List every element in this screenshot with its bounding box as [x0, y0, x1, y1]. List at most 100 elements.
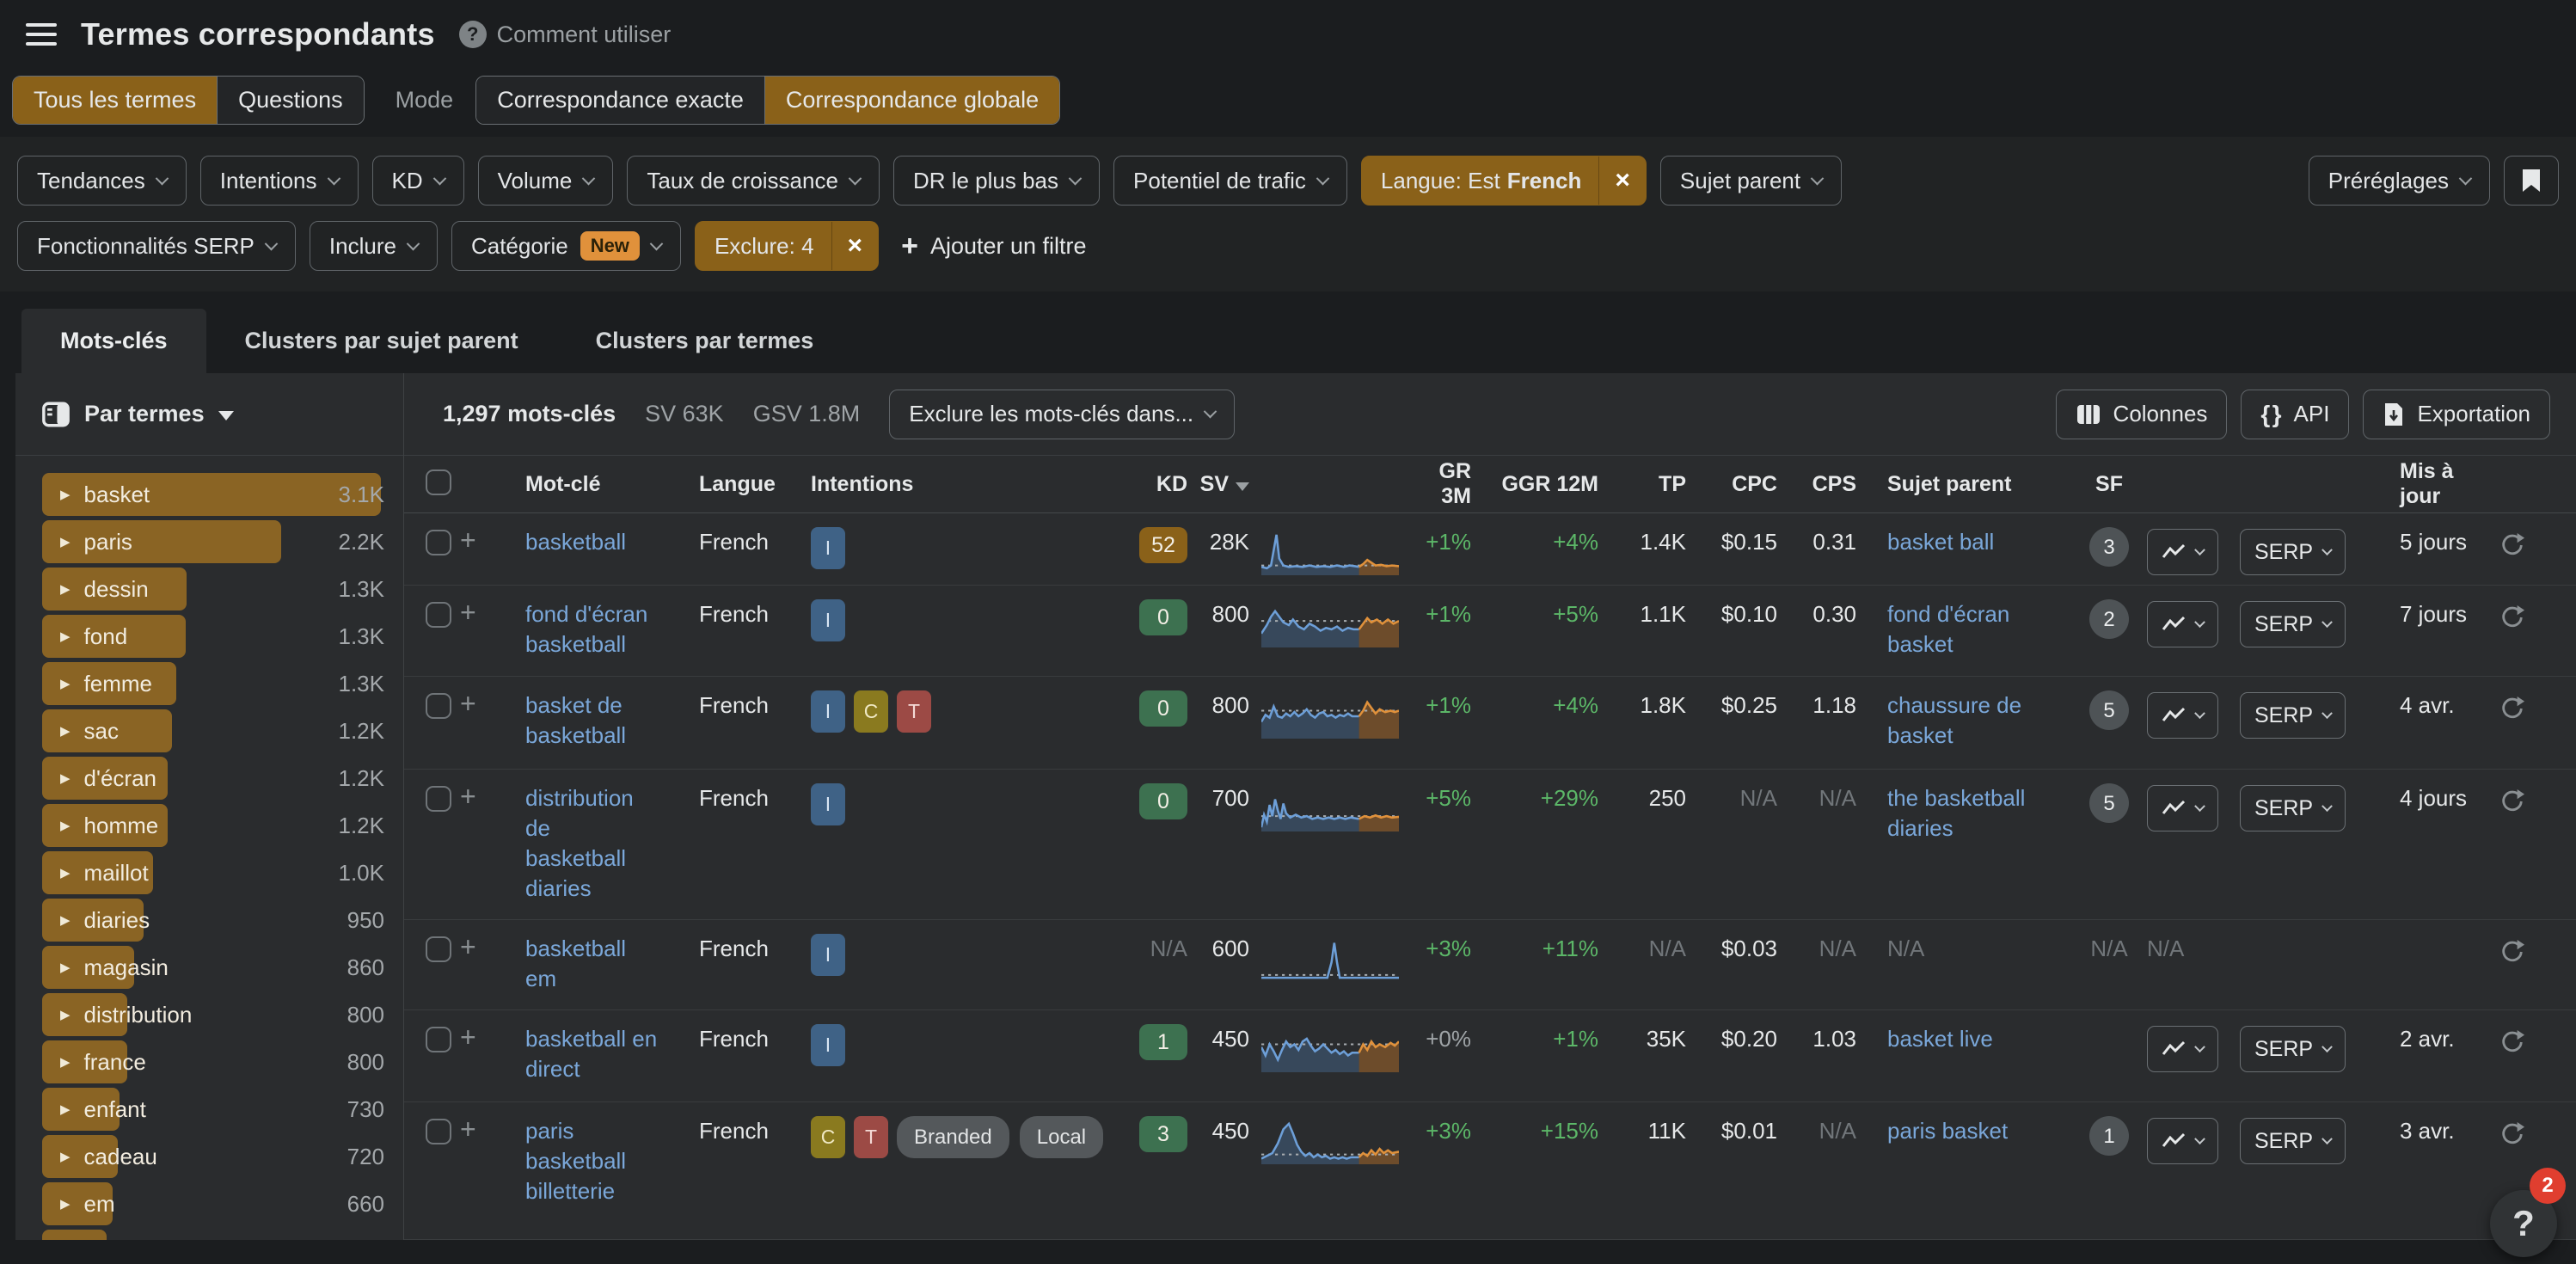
parent-topic-link[interactable]: basket ball — [1887, 527, 1994, 557]
columns-button[interactable]: Colonnes — [2056, 390, 2228, 439]
tab-exact-match[interactable]: Correspondance exacte — [476, 77, 764, 124]
parent-topic-link[interactable]: chaussure de basket — [1887, 690, 2021, 751]
keyword-link[interactable]: basketball — [525, 527, 626, 557]
position-history-button[interactable] — [2147, 785, 2218, 831]
parent-topic-link[interactable]: fond d'écran basket — [1887, 599, 2009, 660]
add-to-list-button[interactable]: + — [460, 1102, 501, 1146]
exclude-keywords-dropdown[interactable]: Exclure les mots-clés dans... — [889, 390, 1235, 439]
col-ggr12m[interactable]: GGR 12M — [1471, 472, 1598, 497]
serp-dropdown-button[interactable]: SERP — [2240, 1118, 2346, 1164]
filter-chip-cat-gorie[interactable]: CatégorieNew — [451, 221, 681, 271]
add-to-list-button[interactable]: + — [460, 920, 501, 964]
add-to-list-button[interactable]: + — [460, 1010, 501, 1054]
row-checkbox[interactable] — [426, 920, 460, 970]
tab-keywords[interactable]: Mots-clés — [21, 309, 206, 373]
api-button[interactable]: { } API — [2241, 390, 2349, 439]
serp-dropdown-button[interactable]: SERP — [2240, 692, 2346, 739]
filter-chip-tendances[interactable]: Tendances — [17, 156, 187, 206]
tab-clusters-parent-topic[interactable]: Clusters par sujet parent — [206, 309, 557, 373]
keyword-link[interactable]: basketball em — [525, 934, 626, 994]
row-checkbox[interactable] — [426, 513, 460, 563]
save-filters-button[interactable] — [2504, 156, 2559, 206]
col-gr3m[interactable]: GR 3M — [1404, 459, 1471, 509]
col-sf[interactable]: SF — [2071, 472, 2147, 497]
sidebar-term-paris[interactable]: ▶paris2.2K — [42, 520, 403, 563]
sidebar-term-basket[interactable]: ▶basket3.1K — [42, 473, 403, 516]
tab-questions[interactable]: Questions — [217, 77, 364, 124]
sidebar-term-em[interactable]: ▶em660 — [42, 1182, 403, 1225]
position-history-button[interactable] — [2147, 529, 2218, 575]
filter-chip-dr-le-plus-bas[interactable]: DR le plus bas — [893, 156, 1100, 206]
sidebar-term-d-cran[interactable]: ▶d'écran1.2K — [42, 757, 403, 800]
sidebar-toolbar[interactable]: Par termes — [15, 373, 403, 456]
row-checkbox[interactable] — [426, 586, 460, 635]
sidebar-term-magasin[interactable]: ▶magasin860 — [42, 946, 403, 989]
sidebar-term-france[interactable]: ▶france800 — [42, 1040, 403, 1083]
keyword-link[interactable]: distribution de basketball diaries — [525, 783, 634, 904]
keyword-link[interactable]: basket de basketball — [525, 690, 626, 751]
filter-chip-inclure[interactable]: Inclure — [310, 221, 438, 271]
serp-dropdown-button[interactable]: SERP — [2240, 601, 2346, 647]
add-to-list-button[interactable]: + — [460, 513, 501, 557]
col-cpc[interactable]: CPC — [1686, 472, 1777, 497]
refresh-button[interactable] — [2499, 532, 2525, 566]
sidebar-term-enfant[interactable]: ▶enfant730 — [42, 1088, 403, 1131]
refresh-button[interactable] — [2499, 1121, 2525, 1155]
remove-filter-button[interactable]: × — [1598, 156, 1646, 205]
filter-chip-potentiel-de-trafic[interactable]: Potentiel de trafic — [1113, 156, 1347, 206]
how-to-use-link[interactable]: ? Comment utiliser — [459, 21, 672, 48]
sidebar-term-femme[interactable]: ▶femme1.3K — [42, 662, 403, 705]
keyword-link[interactable]: paris basketball billetterie — [525, 1116, 626, 1206]
sidebar-term-sac[interactable]: ▶sac1.2K — [42, 709, 403, 752]
sidebar-term-partial[interactable] — [42, 1230, 403, 1240]
add-to-list-button[interactable]: + — [460, 586, 501, 629]
sidebar-term-homme[interactable]: ▶homme1.2K — [42, 804, 403, 847]
parent-topic-link[interactable]: paris basket — [1887, 1116, 2008, 1146]
filter-chip-sujet-parent[interactable]: Sujet parent — [1660, 156, 1842, 206]
refresh-button[interactable] — [2499, 939, 2525, 973]
filter-chip-exclure-4[interactable]: Exclure: 4× — [695, 221, 879, 271]
refresh-button[interactable] — [2499, 1029, 2525, 1063]
filter-chip-langue-est[interactable]: Langue: EstFrench× — [1361, 156, 1647, 206]
refresh-button[interactable] — [2499, 696, 2525, 729]
col-sv[interactable]: SV — [1187, 472, 1249, 497]
tab-broad-match[interactable]: Correspondance globale — [764, 77, 1059, 124]
export-button[interactable]: Exportation — [2363, 390, 2550, 439]
row-checkbox[interactable] — [426, 1102, 460, 1152]
sidebar-term-dessin[interactable]: ▶dessin1.3K — [42, 568, 403, 611]
parent-topic-link[interactable]: basket live — [1887, 1024, 1993, 1054]
position-history-button[interactable] — [2147, 1026, 2218, 1072]
tab-all-terms[interactable]: Tous les termes — [13, 77, 217, 124]
select-all-checkbox[interactable] — [426, 467, 460, 501]
position-history-button[interactable] — [2147, 692, 2218, 739]
filter-chip-volume[interactable]: Volume — [478, 156, 614, 206]
sidebar-term-cadeau[interactable]: ▶cadeau720 — [42, 1135, 403, 1178]
col-kd[interactable]: KD — [1119, 472, 1187, 497]
remove-filter-button[interactable]: × — [831, 222, 879, 270]
add-to-list-button[interactable]: + — [460, 770, 501, 813]
row-checkbox[interactable] — [426, 1010, 460, 1060]
col-tp[interactable]: TP — [1598, 472, 1686, 497]
filter-chip-kd[interactable]: KD — [372, 156, 464, 206]
col-parent-topic[interactable]: Sujet parent — [1856, 472, 2071, 497]
add-filter-button[interactable]: + Ajouter un filtre — [901, 230, 1086, 263]
position-history-button[interactable] — [2147, 1118, 2218, 1164]
serp-dropdown-button[interactable]: SERP — [2240, 1026, 2346, 1072]
filter-chip-taux-de-croissance[interactable]: Taux de croissance — [627, 156, 880, 206]
row-checkbox[interactable] — [426, 770, 460, 819]
col-cps[interactable]: CPS — [1777, 472, 1856, 497]
parent-topic-link[interactable]: the basketball diaries — [1887, 783, 2025, 844]
tab-clusters-terms[interactable]: Clusters par termes — [557, 309, 853, 373]
serp-dropdown-button[interactable]: SERP — [2240, 785, 2346, 831]
sidebar-term-maillot[interactable]: ▶maillot1.0K — [42, 851, 403, 894]
keyword-link[interactable]: fond d'écran basketball — [525, 599, 647, 660]
refresh-button[interactable] — [2499, 604, 2525, 638]
col-language[interactable]: Langue — [665, 472, 775, 497]
col-keyword[interactable]: Mot-clé — [501, 472, 665, 497]
row-checkbox[interactable] — [426, 677, 460, 727]
sidebar-term-diaries[interactable]: ▶diaries950 — [42, 899, 403, 942]
filter-chip-fonctionnalit-s-serp[interactable]: Fonctionnalités SERP — [17, 221, 296, 271]
col-intents[interactable]: Intentions — [775, 472, 1119, 497]
filter-chip-intentions[interactable]: Intentions — [200, 156, 359, 206]
refresh-button[interactable] — [2499, 788, 2525, 822]
